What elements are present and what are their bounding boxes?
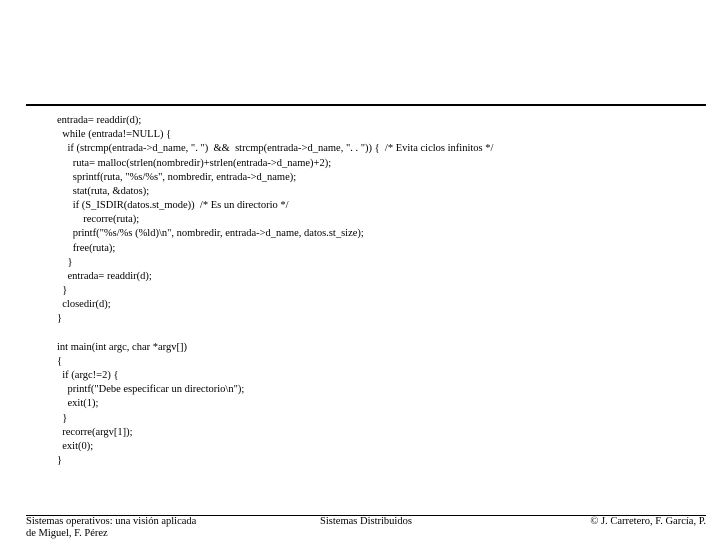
code-line: }	[57, 285, 67, 296]
code-line: ruta= malloc(strlen(nombredir)+strlen(en…	[57, 158, 331, 169]
code-line: free(ruta);	[57, 243, 115, 254]
footer-left-line2: de Miguel, F. Pérez	[26, 528, 108, 539]
top-divider	[26, 104, 706, 106]
footer-left-line1: Sistemas operativos: una visión aplicada	[26, 516, 196, 527]
code-line: printf("Debe especificar un directorio\n…	[57, 384, 244, 395]
code-line: while (entrada!=NULL) {	[57, 129, 171, 140]
code-line: }	[57, 413, 67, 424]
code-line: entrada= readdir(d);	[57, 115, 141, 126]
code-line: sprintf(ruta, "%s/%s", nombredir, entrad…	[57, 172, 296, 183]
code-line: if (S_ISDIR(datos.st_mode)) /* Es un dir…	[57, 200, 289, 211]
code-line: printf("%s/%s (%ld)\n", nombredir, entra…	[57, 228, 364, 239]
code-line: entrada= readdir(d);	[57, 271, 152, 282]
slide-footer: Sistemas Distribuidos © J. Carretero, F.…	[26, 516, 706, 540]
code-line: exit(0);	[57, 441, 93, 452]
code-line: }	[57, 313, 62, 324]
code-line: }	[57, 455, 62, 466]
code-line: recorre(ruta);	[57, 214, 139, 225]
footer-left: Sistemas operativos: una visión aplicada…	[26, 516, 256, 540]
code-line: stat(ruta, &datos);	[57, 186, 149, 197]
code-line: if (strcmp(entrada->d_name, ". ") && str…	[57, 143, 493, 154]
code-line: closedir(d);	[57, 299, 111, 310]
code-listing: entrada= readdir(d); while (entrada!=NUL…	[57, 114, 700, 468]
code-line: {	[57, 356, 62, 367]
code-line: int main(int argc, char *argv[])	[57, 342, 187, 353]
code-line: exit(1);	[57, 398, 98, 409]
footer-right: © J. Carretero, F. García, P.	[590, 516, 706, 528]
code-line: if (argc!=2) {	[57, 370, 119, 381]
code-line: recorre(argv[1]);	[57, 427, 133, 438]
code-line: }	[57, 257, 73, 268]
